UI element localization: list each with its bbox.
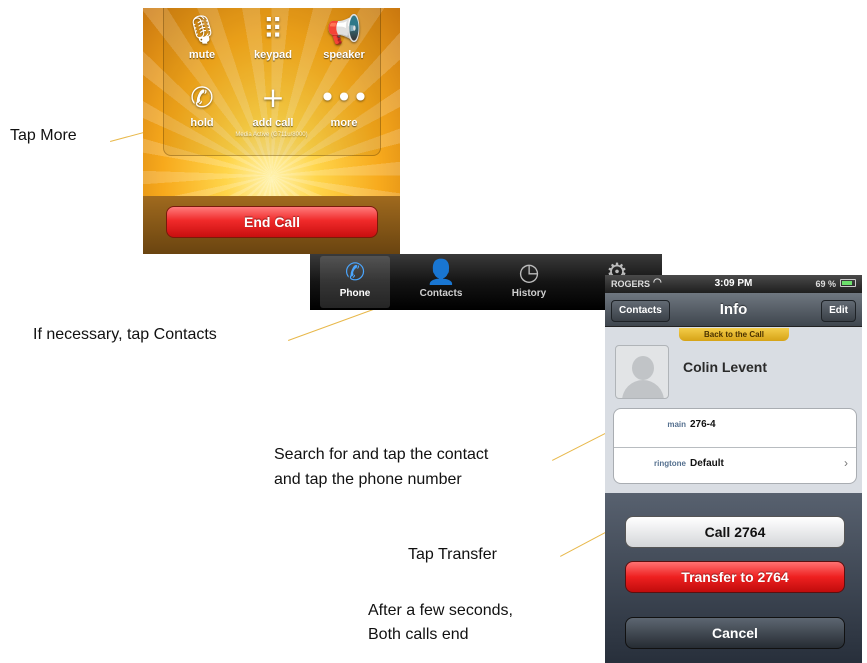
keypad-icon: ⠿ xyxy=(262,13,284,46)
mute-button[interactable]: 🎙 mute xyxy=(166,8,238,77)
chevron-right-icon: › xyxy=(844,456,848,470)
avatar-head xyxy=(632,356,654,380)
transfer-button[interactable]: Transfer to 2764 xyxy=(625,561,845,593)
contacts-icon: 👤 xyxy=(426,258,456,286)
more-icon: ••• xyxy=(319,81,369,114)
phone-icon: ✆ xyxy=(344,258,366,286)
mute-label: mute xyxy=(188,49,216,61)
annotation-tap-contacts: If necessary, tap Contacts xyxy=(33,326,217,343)
annotation-tap-more: Tap More xyxy=(10,127,77,144)
tab-history-label: History xyxy=(511,288,547,299)
call-button[interactable]: Call 2764 xyxy=(625,516,845,548)
status-bar: ROGERS ◠ 3:09 PM 69 % xyxy=(605,275,862,293)
speaker-icon: 📢 xyxy=(326,13,362,46)
add-call-label: add call xyxy=(252,117,294,129)
action-sheet: Call 2764 Transfer to 2764 Cancel xyxy=(605,493,862,663)
annotation-search-contact-line2: and tap the phone number xyxy=(274,471,462,488)
annotation-after-line1: After a few seconds, xyxy=(368,602,513,619)
avatar-body xyxy=(622,380,664,398)
ringtone-value: Default xyxy=(690,458,724,469)
speaker-label: speaker xyxy=(323,49,365,61)
ringtone-key: ringtone xyxy=(654,459,686,468)
avatar xyxy=(615,345,669,399)
cancel-button[interactable]: Cancel xyxy=(625,617,845,649)
nav-bar: Contacts Info Edit xyxy=(605,293,862,327)
tab-contacts[interactable]: 👤 Contacts xyxy=(406,256,476,308)
tab-contacts-label: Contacts xyxy=(419,288,463,299)
battery-percent: 69 % xyxy=(815,279,836,289)
hold-icon: ✆ xyxy=(190,81,214,114)
tab-phone[interactable]: ✆ Phone xyxy=(320,256,390,308)
battery-icon xyxy=(840,279,856,287)
contact-name: Colin Levent xyxy=(683,359,768,375)
end-call-bar: End Call xyxy=(143,196,400,254)
plus-icon: + xyxy=(261,81,285,114)
mic-off-icon: 🎙 xyxy=(184,13,220,46)
more-label: more xyxy=(330,117,358,129)
edit-button[interactable]: Edit xyxy=(821,300,856,322)
keypad-label: keypad xyxy=(254,49,292,61)
hold-label: hold xyxy=(190,117,214,129)
clock-icon: ◷ xyxy=(518,258,540,286)
end-call-button[interactable]: End Call xyxy=(166,206,378,238)
annotation-after-line2: Both calls end xyxy=(368,626,469,643)
ringtone-row[interactable]: ringtone Default › xyxy=(614,448,856,483)
media-status: Media Active (G711u/8000) xyxy=(235,132,308,138)
annotation-search-contact-line1: Search for and tap the contact xyxy=(274,446,489,463)
contact-detail-group: main 276-4 ringtone Default › xyxy=(613,408,857,484)
phone-number-value: 276-4 xyxy=(690,419,716,430)
keypad-button[interactable]: ⠿ keypad xyxy=(237,8,309,77)
in-call-screen: 🎙 mute ⠿ keypad 📢 speaker ✆ hold + add c… xyxy=(143,8,400,254)
speaker-button[interactable]: 📢 speaker xyxy=(308,8,380,77)
annotation-tap-transfer: Tap Transfer xyxy=(408,546,497,563)
phone-number-key: main xyxy=(667,420,686,429)
contact-info-screen: ROGERS ◠ 3:09 PM 69 % Contacts Info Edit… xyxy=(605,275,862,663)
tab-phone-label: Phone xyxy=(339,288,371,299)
tab-history[interactable]: ◷ History xyxy=(494,256,564,308)
phone-number-row[interactable]: main 276-4 xyxy=(614,409,856,447)
back-to-call-banner[interactable]: Back to the Call xyxy=(679,328,789,341)
